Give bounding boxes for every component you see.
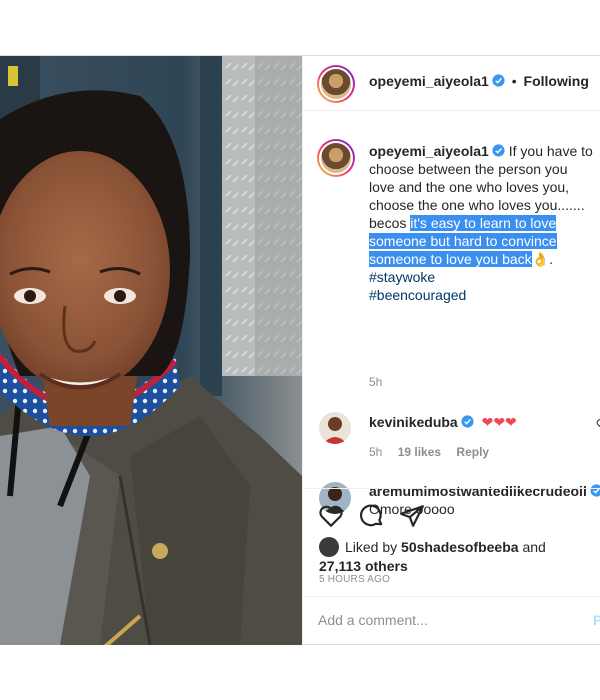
avatar-image xyxy=(319,412,351,444)
caption-avatar[interactable] xyxy=(317,139,355,177)
selfie-image xyxy=(0,56,302,645)
liked-by-conj: and xyxy=(522,539,546,555)
liked-by-user[interactable]: 50shadesofbeeba xyxy=(401,539,519,555)
liked-by-prefix: Liked by xyxy=(345,539,398,555)
verified-icon xyxy=(461,415,474,428)
post-card: opeyemi_aiyeola1 • Following opeyemi_aiy… xyxy=(0,55,600,645)
separator-dot: • xyxy=(511,73,517,89)
author-avatar[interactable] xyxy=(317,65,355,103)
liker-avatar[interactable] xyxy=(319,537,339,557)
post-photo[interactable] xyxy=(0,56,302,645)
post-actions: Liked by 50shadesofbeeba and 27,113 othe… xyxy=(303,488,600,645)
post-header: opeyemi_aiyeola1 • Following xyxy=(303,56,600,111)
comment-kevinikeduba: kevinikeduba ❤❤❤ xyxy=(369,413,517,431)
caption-after: . xyxy=(549,251,553,267)
caption-time[interactable]: 5h xyxy=(369,375,382,389)
heart-icon[interactable] xyxy=(318,503,344,529)
comment-input[interactable] xyxy=(318,612,568,628)
verified-icon xyxy=(492,74,505,87)
following-button[interactable]: Following xyxy=(524,73,589,89)
add-comment-bar: P xyxy=(303,596,600,645)
header-user-line: opeyemi_aiyeola1 • Following xyxy=(369,73,589,89)
post-sidebar: opeyemi_aiyeola1 • Following opeyemi_aiy… xyxy=(302,56,600,645)
comment-icon[interactable] xyxy=(359,503,385,529)
comment-time[interactable]: 5h xyxy=(369,445,382,459)
post-time-ago[interactable]: 5 HOURS AGO xyxy=(319,574,390,585)
comment-avatar-kevinikeduba[interactable] xyxy=(319,412,351,444)
comments-section: opeyemi_aiyeola1 If you have to choose b… xyxy=(303,112,600,517)
comment-hearts: ❤❤❤ xyxy=(481,414,517,430)
likes-summary: Liked by 50shadesofbeeba and 27,113 othe… xyxy=(319,537,589,575)
caption-emoji: 👌 xyxy=(531,251,550,267)
comment-meta: 5h 19 likes Reply xyxy=(369,445,489,459)
hashtag-beencouraged[interactable]: #beencouraged xyxy=(369,286,595,304)
post-comment-button[interactable]: P xyxy=(593,612,600,628)
caption-text: opeyemi_aiyeola1 If you have to choose b… xyxy=(369,142,595,304)
hashtag-staywoke[interactable]: #staywoke xyxy=(369,268,595,286)
comment-reply[interactable]: Reply xyxy=(456,445,489,459)
liked-by-others[interactable]: 27,113 others xyxy=(319,558,408,574)
author-username[interactable]: opeyemi_aiyeola1 xyxy=(369,73,489,89)
verified-icon xyxy=(492,144,505,157)
comment-username[interactable]: kevinikeduba xyxy=(369,414,458,430)
comment-likes[interactable]: 19 likes xyxy=(398,445,441,459)
caption-avatar-image xyxy=(319,141,353,175)
comment-like-heart-icon[interactable] xyxy=(596,418,600,430)
author-avatar-image xyxy=(319,67,353,101)
caption-username[interactable]: opeyemi_aiyeola1 xyxy=(369,143,489,159)
share-icon[interactable] xyxy=(399,503,425,529)
